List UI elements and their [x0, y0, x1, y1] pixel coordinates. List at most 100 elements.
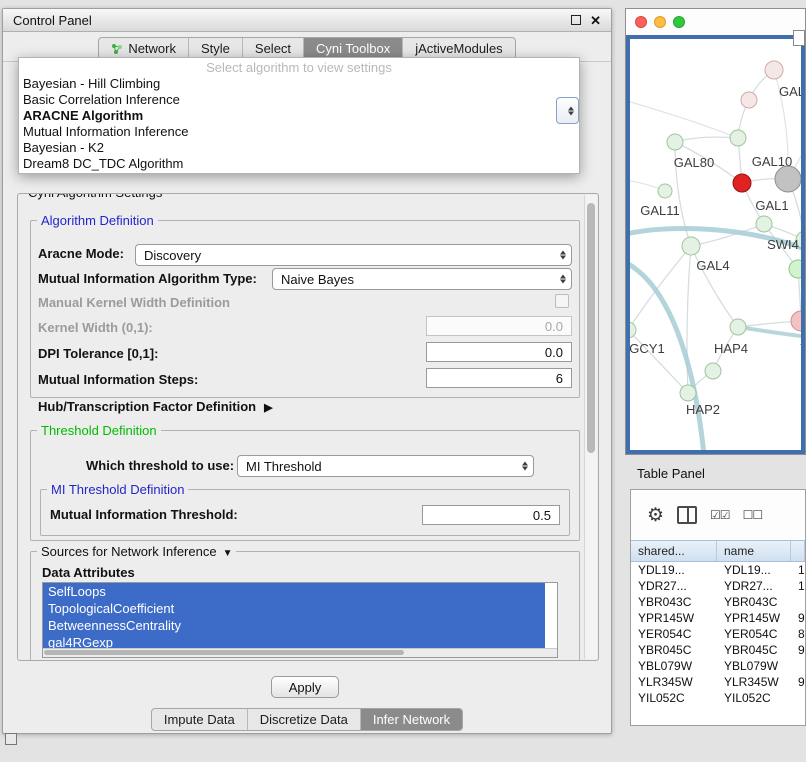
popup-item-mutual-information-inference[interactable]: Mutual Information Inference [19, 124, 579, 140]
popup-item-aracne-algorithm[interactable]: ARACNE Algorithm [19, 108, 579, 124]
close-icon[interactable]: ✕ [590, 14, 601, 27]
cyni-settings-panel: Cyni Algorithm Settings Algorithm Defini… [17, 193, 599, 661]
kernel-width-value: 0.0 [545, 319, 563, 334]
deselect-all-columns-icon[interactable]: ☐☐ [743, 508, 763, 522]
table-row[interactable]: YDR27...YDR27...12 [631, 578, 805, 594]
gear-icon[interactable]: ⚙ [647, 506, 664, 525]
minimize-traffic-light[interactable] [654, 16, 666, 28]
node-gal4[interactable] [682, 237, 700, 255]
columns-icon[interactable] [677, 506, 697, 524]
kernel-width-label: Kernel Width (0,1): [38, 320, 153, 335]
table-row[interactable]: YDL19...YDL19...13 [631, 562, 805, 578]
mi-threshold-label: Mutual Information Threshold: [50, 507, 238, 522]
table-cell: 9. [791, 643, 805, 657]
titlebar-icons: ✕ [571, 14, 601, 27]
control-panel-titlebar[interactable]: Control Panel ✕ [3, 9, 611, 32]
algorithm-combo-button-fragment[interactable] [556, 97, 579, 124]
table-toolbar: ⚙ ☑☑ ☐☐ [631, 490, 805, 540]
settings-scrollbar[interactable] [584, 195, 597, 659]
tab-cyni-toolbox[interactable]: Cyni Toolbox [304, 38, 403, 59]
table-row[interactable]: YLR345WYLR345W9. [631, 674, 805, 690]
bottom-tab-discretize-data[interactable]: Discretize Data [248, 709, 361, 730]
table-row[interactable]: YBR043CYBR043C [631, 594, 805, 610]
network-graph[interactable]: GALGAL80GAL10GAL11GAL1SWI4GAL4HAP4GCY1HA… [630, 39, 803, 452]
node-gal11[interactable] [658, 184, 672, 198]
node-gal80[interactable] [667, 134, 683, 150]
tab-style[interactable]: Style [189, 38, 243, 59]
tab-select[interactable]: Select [243, 38, 304, 59]
attribute-item-betweennesscentrality[interactable]: BetweennessCentrality [43, 617, 545, 634]
scrollbar-thumb[interactable] [587, 203, 595, 453]
settings-panel-title: Cyni Algorithm Settings [24, 193, 166, 200]
zoom-traffic-light[interactable] [673, 16, 685, 28]
column-header-name[interactable]: name [717, 541, 791, 561]
node-unlabeled[interactable] [730, 130, 746, 146]
float-window-icon[interactable] [571, 15, 581, 25]
node-unlabeled[interactable] [775, 166, 801, 192]
column-header-shared[interactable]: shared... [631, 541, 717, 561]
bottom-tab-infer-network[interactable]: Infer Network [361, 709, 462, 730]
close-traffic-light[interactable] [635, 16, 647, 28]
popup-item-dream8-dc-tdc-algorithm[interactable]: Dream8 DC_TDC Algorithm [19, 156, 579, 172]
table-row[interactable]: YBL079WYBL079W [631, 658, 805, 674]
algorithm-dropdown-popup: Select algorithm to view settings Bayesi… [18, 57, 580, 174]
node-label-gal11: GAL11 [640, 203, 680, 218]
desktop: Control Panel ✕ NetworkStyleSelectCyni T… [0, 0, 806, 762]
node-unlabeled[interactable] [791, 311, 803, 331]
mi-steps-field[interactable]: 6 [426, 368, 572, 388]
network-titlebar[interactable] [626, 9, 805, 35]
tab-label: Infer Network [373, 712, 450, 727]
popup-item-bayesian-k2[interactable]: Bayesian - K2 [19, 140, 579, 156]
table-row[interactable]: YIL052CYIL052C [631, 690, 805, 706]
node-hap2[interactable] [680, 385, 696, 401]
dpi-tolerance-field[interactable]: 0.0 [426, 342, 572, 362]
popup-item-bayesian-hill-climbing[interactable]: Bayesian - Hill Climbing [19, 76, 579, 92]
tab-network[interactable]: Network [99, 38, 189, 59]
node-unlabeled[interactable] [741, 92, 757, 108]
panel-toggle-icon[interactable] [5, 733, 17, 745]
node-gal[interactable] [765, 61, 783, 79]
collapsed-arrow-icon[interactable]: ▶ [264, 402, 272, 414]
table-row[interactable]: YBR045CYBR045C9. [631, 642, 805, 658]
combo-arrows-icon [568, 106, 574, 115]
which-threshold-select[interactable]: MI Threshold [237, 455, 534, 477]
network-canvas[interactable]: GALGAL80GAL10GAL11GAL1SWI4GAL4HAP4GCY1HA… [626, 35, 805, 454]
manual-kernel-checkbox[interactable] [555, 294, 569, 308]
node-gcy1[interactable] [630, 322, 636, 338]
list-horizontal-scrollbar[interactable] [43, 648, 557, 657]
attribute-item-topologicalcoefficient[interactable]: TopologicalCoefficient [43, 600, 545, 617]
apply-button[interactable]: Apply [271, 676, 339, 698]
table-cell: 9. [791, 611, 805, 625]
bottom-tab-impute-data[interactable]: Impute Data [152, 709, 248, 730]
network-scrollbar-fragment[interactable] [793, 30, 805, 46]
node-hap4[interactable] [730, 319, 746, 335]
sources-group-title[interactable]: Sources for Network Inference▼ [37, 544, 236, 559]
aracne-mode-select[interactable]: Discovery [135, 244, 572, 266]
node-label-gal80: GAL80 [674, 155, 714, 170]
node-label-hap4: HAP4 [714, 341, 748, 356]
bottom-tab-strip: Impute Data Discretize Data Infer Network [3, 708, 611, 731]
table-row[interactable]: YER054CYER054C8. [631, 626, 805, 642]
attribute-item-selfloops[interactable]: SelfLoops [43, 583, 545, 600]
hub-definition-toggle[interactable]: Hub/Transcription Factor Definition▶ [38, 399, 273, 414]
table-row[interactable]: YPR145WYPR145W9. [631, 610, 805, 626]
node-label-gal: GAL [779, 84, 803, 99]
node-unlabeled[interactable] [705, 363, 721, 379]
kernel-width-field[interactable]: 0.0 [426, 316, 572, 336]
scrollbar-thumb[interactable] [44, 650, 404, 655]
data-attributes-list[interactable]: SelfLoopsTopologicalCoefficientBetweenne… [42, 582, 558, 658]
column-header-partial[interactable] [791, 541, 805, 561]
node-unlabeled[interactable] [733, 174, 751, 192]
tab-jactivemodules[interactable]: jActiveModules [403, 38, 514, 59]
mi-type-select[interactable]: Naive Bayes [272, 268, 572, 290]
popup-item-basic-correlation-inference[interactable]: Basic Correlation Inference [19, 92, 579, 108]
expanded-arrow-icon[interactable]: ▼ [223, 548, 233, 559]
bottom-tab-bar: Impute Data Discretize Data Infer Network [151, 708, 463, 731]
mi-threshold-field[interactable]: 0.5 [422, 505, 560, 525]
select-all-columns-icon[interactable]: ☑☑ [710, 508, 730, 522]
node-unlabeled[interactable] [789, 260, 803, 278]
manual-kernel-label: Manual Kernel Width Definition [38, 295, 230, 310]
node-gal1[interactable] [756, 216, 772, 232]
network-window: GALGAL80GAL10GAL11GAL1SWI4GAL4HAP4GCY1HA… [625, 8, 806, 455]
tab-label: Discretize Data [260, 712, 348, 727]
